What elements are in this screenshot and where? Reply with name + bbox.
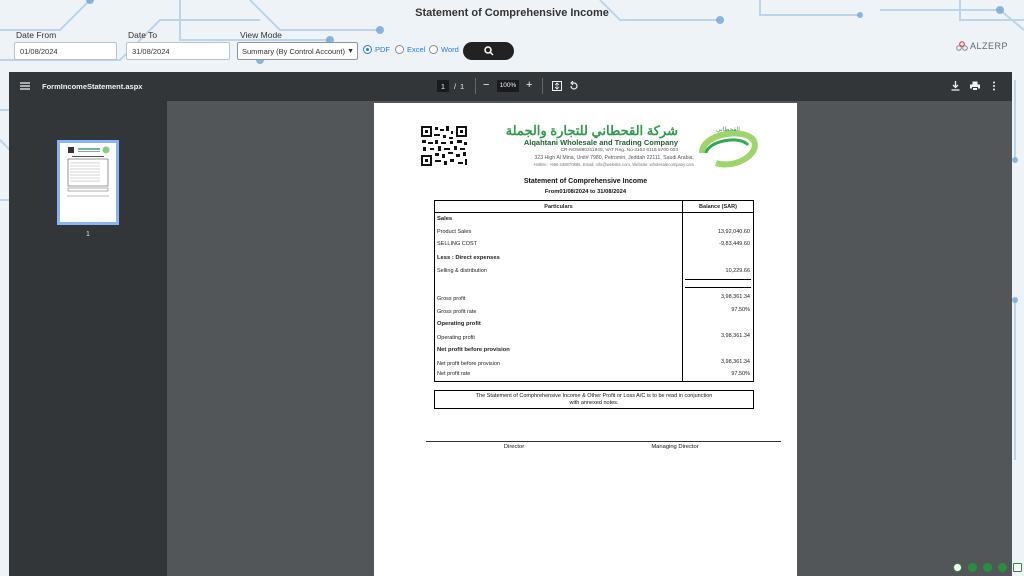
alzerp-logo-icon [956, 41, 968, 51]
report-note: The Statement of Comphrehensive Income &… [434, 390, 754, 409]
menu-icon[interactable] [20, 82, 30, 90]
zoom-out-icon[interactable]: − [483, 79, 489, 91]
radio-checked-icon [363, 45, 372, 54]
report-title: Statement of Comprehensive Income [523, 178, 648, 185]
view-mode-select[interactable]: Summary (By Control Account) ▼ [237, 42, 358, 60]
format-excel-label: Excel [407, 45, 426, 54]
pdf-page: شركة القحطاني للتجارة والجملة Alqahtani … [374, 103, 797, 576]
view-mode-label: View Mode [240, 30, 282, 40]
subtotal-rule [685, 279, 751, 280]
date-from-label: Date From [16, 30, 57, 40]
fullscreen-icon[interactable] [1013, 563, 1022, 572]
fit-page-icon[interactable] [552, 81, 562, 91]
page-thumbnail[interactable] [57, 140, 119, 225]
company-name-arabic: شركة القحطاني للتجارة والجملة [505, 123, 678, 138]
page-total: 1 [460, 82, 465, 91]
signature-line [426, 441, 781, 442]
download-icon[interactable] [951, 81, 960, 91]
company-name: Alqahtani Wholesale and Trading Company [523, 138, 678, 147]
view-mode-value: Summary (By Control Account) [242, 47, 345, 56]
radio-unchecked-icon [395, 45, 404, 54]
date-from-input[interactable]: 01/08/2024 [14, 42, 117, 60]
qr-code-image [420, 125, 468, 167]
page-separator: / [454, 82, 457, 91]
toolbar-divider [542, 78, 543, 94]
search-button[interactable] [463, 42, 514, 60]
company-contact: Hotline: +966 538670886, Email: info@web… [533, 162, 694, 167]
sign-managing-director: Managing Director [651, 444, 699, 450]
toolbar-divider [475, 78, 476, 94]
zoom-in-icon[interactable]: + [526, 79, 532, 91]
info-icon[interactable] [998, 563, 1007, 572]
format-excel-option[interactable]: Excel [395, 45, 425, 54]
thumbnail-sidebar: 1 [9, 101, 167, 576]
col-balance: Balance (SAR) [699, 204, 737, 210]
format-word-option[interactable]: Word [429, 45, 459, 54]
power-icon[interactable] [953, 563, 962, 572]
brand-logo-text: ALZERP [970, 41, 1009, 51]
rotate-icon[interactable] [569, 81, 579, 91]
page-title: Statement of Comprehensive Income [415, 7, 609, 19]
filter-header: Statement of Comprehensive Income Date F… [0, 0, 1024, 72]
thumbnail-preview-image [67, 146, 110, 197]
date-to-input[interactable]: 31/08/2024 [126, 42, 230, 60]
page-number-input[interactable]: 1 [437, 80, 449, 92]
brand-logo: ALZERP [956, 41, 1008, 51]
pdf-filename: FormIncomeStatement.aspx [42, 82, 143, 91]
pdf-viewer: FormIncomeStatement.aspx 1 / 1 − 100% + [9, 72, 1012, 576]
income-statement-table: Particulars Balance (SAR) Sales Product … [434, 200, 754, 382]
company-registration: CR-NO5890311845, VAT Reg. No-3102 6116 5… [560, 148, 678, 153]
radio-unchecked-icon [429, 45, 438, 54]
column-divider [682, 201, 683, 381]
date-to-label: Date To [128, 30, 158, 40]
search-icon [483, 46, 494, 56]
check-icon[interactable] [968, 563, 977, 572]
zoom-level-input[interactable]: 100% [497, 80, 519, 92]
sign-director: Director [503, 444, 525, 450]
logo-arabic-text: القحطاني [716, 127, 740, 133]
thumbnail-page-number: 1 [86, 231, 90, 238]
col-particulars: Particulars [544, 204, 573, 210]
format-word-label: Word [441, 45, 459, 54]
company-address: 323 High Al Mina, Unit# 7980, Petromin, … [534, 155, 694, 161]
format-pdf-label: PDF [375, 45, 390, 54]
format-pdf-option[interactable]: PDF [363, 45, 390, 54]
help-icon[interactable] [983, 563, 992, 572]
more-options-icon[interactable] [992, 81, 996, 91]
subtotal-rule [685, 287, 751, 288]
table-header: Particulars Balance (SAR) [435, 201, 753, 213]
report-period: From01/08/2024 to 31/08/2024 [544, 189, 627, 195]
pdf-toolbar: FormIncomeStatement.aspx 1 / 1 − 100% + [9, 72, 1012, 101]
caret-down-icon: ▼ [347, 48, 354, 55]
print-icon[interactable] [970, 81, 980, 91]
logo-text: AWTC [710, 147, 738, 156]
company-logo: القحطاني AWTC [696, 123, 760, 169]
